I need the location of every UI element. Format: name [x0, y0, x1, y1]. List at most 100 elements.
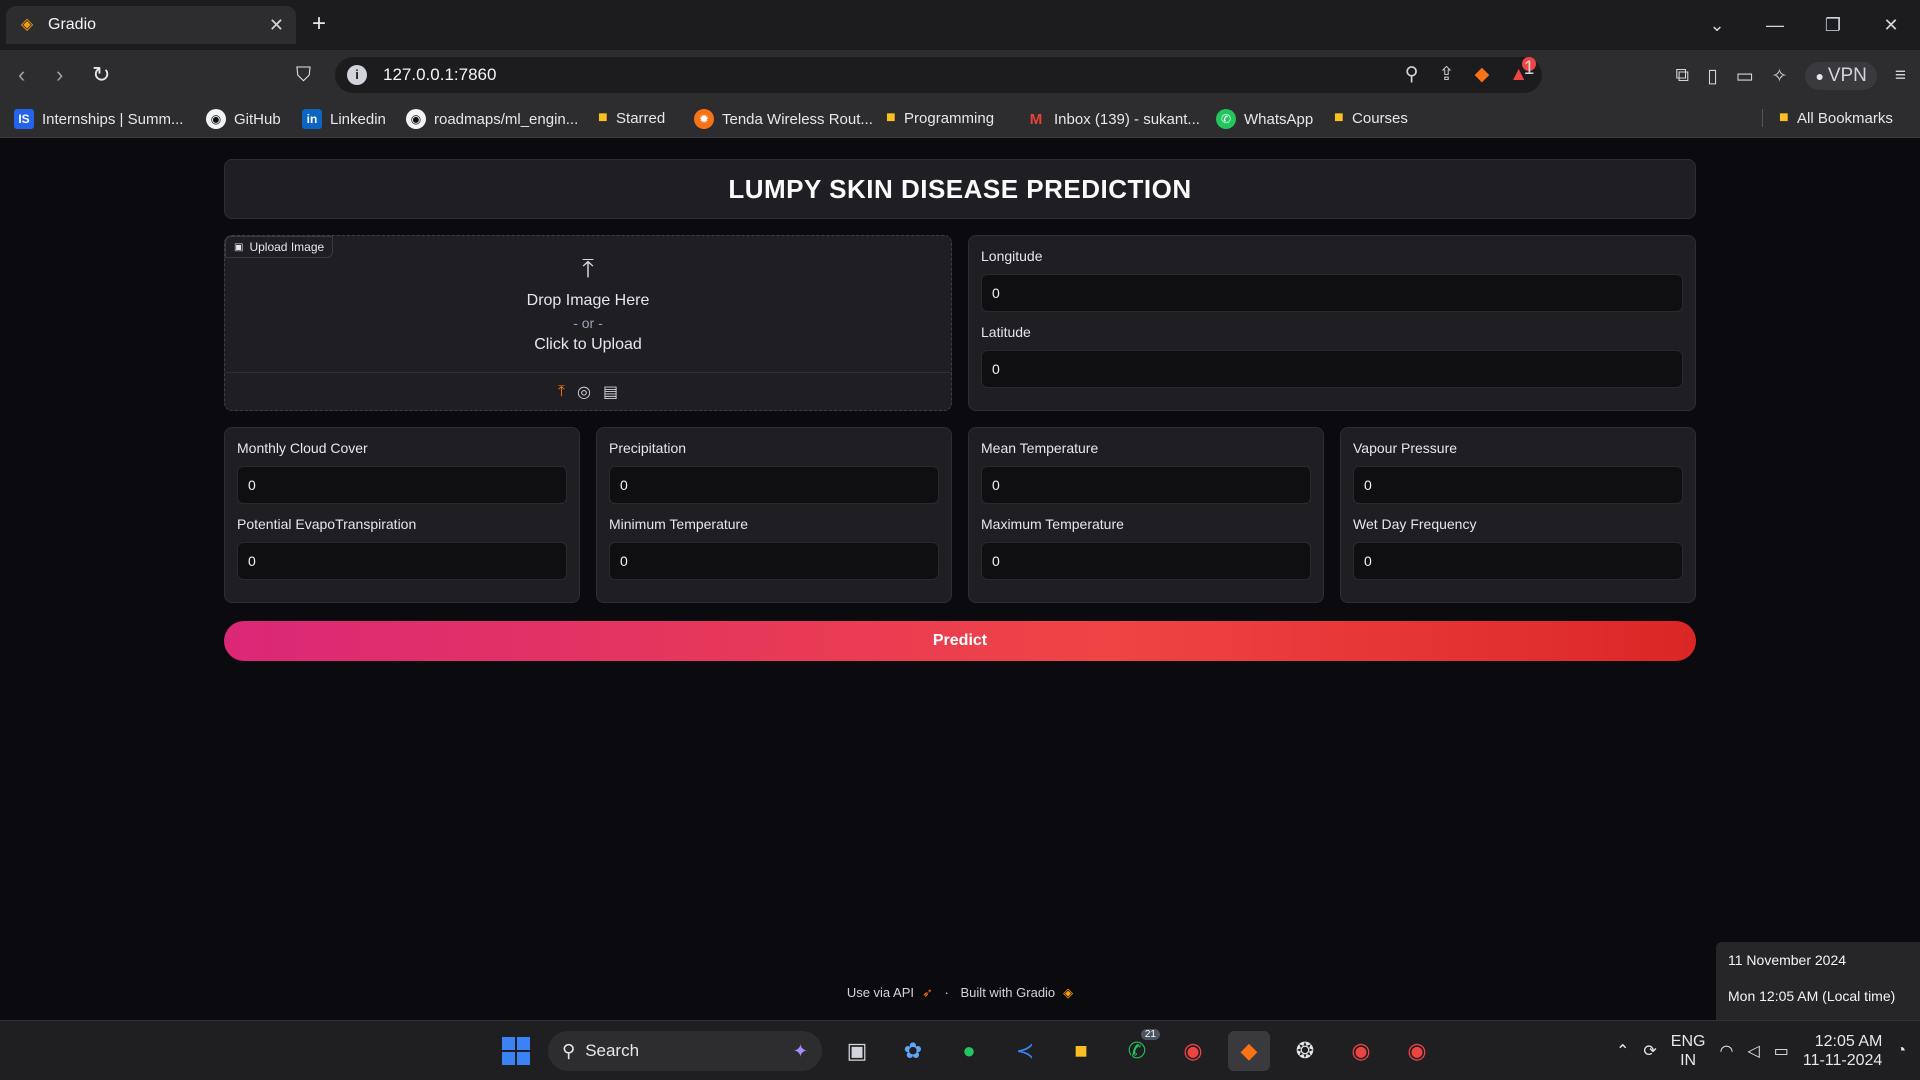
- vpn-button[interactable]: ● VPN: [1805, 62, 1877, 90]
- volume-icon[interactable]: ◁: [1747, 1041, 1759, 1061]
- wallet-icon[interactable]: ▭: [1736, 65, 1754, 88]
- vapour-pressure-input[interactable]: [1353, 466, 1683, 504]
- bookmark-starred[interactable]: ■ Starred: [598, 109, 665, 127]
- potential-evapotranspiration-input[interactable]: [237, 542, 567, 580]
- tray-overflow-chevron-icon[interactable]: ⌃: [1616, 1041, 1629, 1061]
- bookmark-tenda[interactable]: ✹ Tenda Wireless Rout...: [694, 109, 873, 129]
- maximum-temperature-label: Maximum Temperature: [981, 516, 1124, 532]
- whatsapp-unread-badge: 21: [1140, 1029, 1160, 1040]
- predict-button[interactable]: Predict: [224, 621, 1696, 661]
- mean-temperature-input[interactable]: [981, 466, 1311, 504]
- extensions-icon[interactable]: ⧉: [1676, 65, 1690, 87]
- browser-tab-gradio[interactable]: ◈ Gradio ✕: [6, 6, 296, 44]
- page-title: LUMPY SKIN DISEASE PREDICTION: [728, 173, 1192, 204]
- site-info-icon[interactable]: i: [347, 65, 367, 85]
- windows-start-icon[interactable]: [502, 1037, 530, 1065]
- bookmark-all[interactable]: ■ All Bookmarks: [1762, 109, 1893, 127]
- address-bar[interactable]: i 127.0.0.1:7860 ⚲ ⇪ ◆ ▲ 1: [335, 57, 1542, 93]
- copilot-icon[interactable]: ✿: [892, 1031, 934, 1071]
- upload-source-icon[interactable]: ⤒: [558, 383, 565, 401]
- longitude-label: Longitude: [981, 248, 1043, 264]
- wet-day-frequency-input[interactable]: [1353, 542, 1683, 580]
- tooltip-date: 11 November 2024: [1728, 952, 1847, 968]
- chrome-icon[interactable]: ◉: [1172, 1031, 1214, 1071]
- windows-taskbar: ⚲ Search ✦ ▣ ✿ ● ≺ ■ ✆ 21 ◉ ◆ ❂ ◉ ◉ ⌃ ⟳ E…: [0, 1020, 1920, 1080]
- bookmark-courses[interactable]: ■ Courses: [1334, 109, 1408, 127]
- brave-shields-icon[interactable]: ◆: [1475, 63, 1490, 87]
- reload-icon[interactable]: ↻: [92, 62, 110, 88]
- location-panel: Longitude Latitude: [968, 235, 1696, 411]
- menu-icon[interactable]: ≡: [1895, 65, 1906, 87]
- use-via-api-link[interactable]: Use via API: [847, 985, 914, 1000]
- bookmark-linkedin[interactable]: in Linkedin: [302, 109, 386, 129]
- battery-icon[interactable]: ▭: [1774, 1041, 1789, 1061]
- built-with-gradio-link[interactable]: Built with Gradio: [961, 985, 1056, 1000]
- bookmark-label: Linkedin: [330, 110, 386, 128]
- search-highlight-icon: ✦: [792, 1040, 808, 1061]
- minimize-icon[interactable]: —: [1746, 15, 1804, 36]
- vpn-label: VPN: [1827, 65, 1867, 86]
- task-view-icon[interactable]: ▣: [836, 1031, 878, 1071]
- whatsapp-icon[interactable]: ✆ 21: [1116, 1029, 1160, 1071]
- chrome-profile-2-icon[interactable]: ◉: [1396, 1031, 1438, 1071]
- precipitation-label: Precipitation: [609, 440, 687, 456]
- sync-icon[interactable]: ⟳: [1643, 1041, 1656, 1061]
- lang-line2: IN: [1680, 1052, 1697, 1069]
- system-tray: ⌃ ⟳ ENG IN ◠ ◁ ▭ 12:05 AM 11-11-2024 ◔: [1616, 1021, 1920, 1080]
- folder-icon: ■: [598, 109, 608, 126]
- github-icon: ◉: [406, 109, 426, 129]
- wifi-icon[interactable]: ◠: [1719, 1041, 1733, 1061]
- notifications-icon[interactable]: ◔: [1896, 1042, 1906, 1060]
- folder-icon: ■: [886, 109, 896, 126]
- bookmark-internships[interactable]: IS Internships | Summ...: [14, 109, 183, 129]
- chatgpt-icon[interactable]: ❂: [1284, 1031, 1326, 1071]
- restore-icon[interactable]: ❐: [1804, 15, 1862, 36]
- sidebar-icon[interactable]: ▯: [1707, 65, 1717, 88]
- taskbar-search[interactable]: ⚲ Search ✦: [548, 1031, 822, 1071]
- bookmark-label: Internships | Summ...: [42, 110, 184, 128]
- language-indicator[interactable]: ENG IN: [1671, 1032, 1706, 1070]
- image-upload-dropzone[interactable]: ▣ Upload Image ⤒ Drop Image Here - or - …: [224, 235, 952, 411]
- bookmark-icon[interactable]: ⛉: [296, 62, 311, 88]
- bookmark-inbox[interactable]: M Inbox (139) - sukant...: [1026, 109, 1200, 129]
- maximum-temperature-input[interactable]: [981, 542, 1311, 580]
- folder-icon: ■: [1334, 109, 1344, 126]
- clipboard-source-icon[interactable]: ▤: [603, 382, 618, 402]
- github-icon: ◉: [206, 109, 226, 129]
- longitude-input[interactable]: [981, 274, 1683, 312]
- bookmark-programming[interactable]: ■ Programming: [886, 109, 994, 127]
- vscode-icon[interactable]: ≺: [1004, 1031, 1046, 1071]
- close-window-icon[interactable]: ✕: [1862, 15, 1920, 36]
- minimum-temperature-input[interactable]: [609, 542, 939, 580]
- title-panel: LUMPY SKIN DISEASE PREDICTION: [224, 159, 1696, 219]
- tab-list-chevron-icon[interactable]: ⌄: [1688, 15, 1746, 36]
- tooltip-local-time: Mon 12:05 AM (Local time): [1728, 988, 1896, 1004]
- chrome-profile-icon[interactable]: ◉: [1340, 1031, 1382, 1071]
- bookmark-label: All Bookmarks: [1797, 109, 1893, 127]
- tab-close-icon[interactable]: ✕: [269, 15, 284, 36]
- brave-rewards-icon[interactable]: ▲ 1: [1509, 57, 1536, 87]
- bookmark-github[interactable]: ◉ GitHub: [206, 109, 281, 129]
- rocket-icon: ➶: [922, 985, 933, 1000]
- latitude-input[interactable]: [981, 350, 1683, 388]
- new-tab-button[interactable]: +: [312, 12, 326, 36]
- bookmark-whatsapp[interactable]: ✆ WhatsApp: [1216, 109, 1313, 129]
- forward-icon[interactable]: ›: [56, 62, 63, 88]
- file-explorer-icon[interactable]: ■: [1060, 1031, 1102, 1071]
- monthly-cloud-cover-input[interactable]: [237, 466, 567, 504]
- back-icon[interactable]: ‹: [18, 62, 25, 88]
- whatsapp-icon: ✆: [1216, 109, 1236, 129]
- upload-body[interactable]: ⤒ Drop Image Here - or - Click to Upload: [225, 254, 951, 374]
- spotify-icon[interactable]: ●: [948, 1031, 990, 1071]
- brave-icon[interactable]: ◆: [1228, 1031, 1270, 1071]
- webcam-source-icon[interactable]: ◎: [577, 382, 591, 402]
- bookmark-roadmaps[interactable]: ◉ roadmaps/ml_engin...: [406, 109, 578, 129]
- zoom-icon[interactable]: ⚲: [1405, 63, 1419, 87]
- precipitation-input[interactable]: [609, 466, 939, 504]
- wet-day-frequency-label: Wet Day Frequency: [1353, 516, 1477, 532]
- address-url[interactable]: 127.0.0.1:7860: [383, 65, 496, 85]
- vapour-pressure-label: Vapour Pressure: [1353, 440, 1458, 456]
- share-icon[interactable]: ⇪: [1439, 63, 1455, 87]
- taskbar-clock[interactable]: 12:05 AM 11-11-2024: [1803, 1032, 1882, 1070]
- leo-ai-icon[interactable]: ✧: [1772, 65, 1788, 88]
